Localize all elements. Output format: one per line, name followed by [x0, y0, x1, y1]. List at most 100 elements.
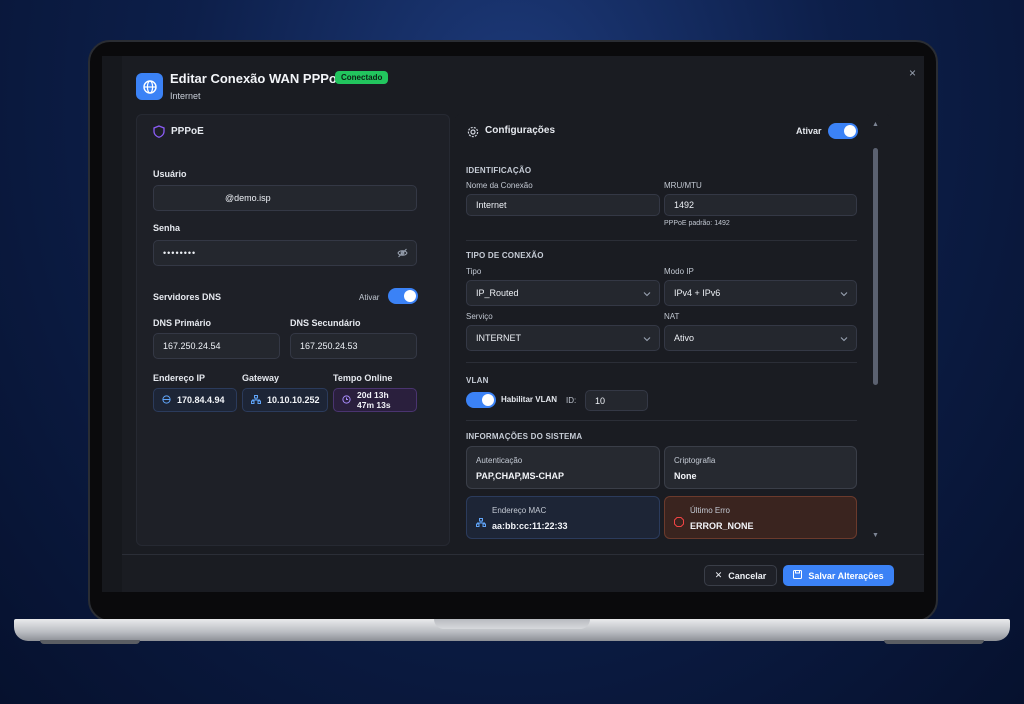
dns-toggle-label: Ativar	[359, 293, 380, 302]
dns-toggle[interactable]	[388, 288, 418, 304]
name-field[interactable]: Internet	[466, 194, 660, 216]
gateway-label: Gateway	[242, 373, 280, 383]
ident-section: IDENTIFICAÇÃO	[466, 166, 532, 175]
globe-icon	[136, 73, 163, 100]
uptime-label: Tempo Online	[333, 373, 393, 383]
mtu-value: 1492	[674, 200, 695, 210]
dns-primary-value: 167.250.24.54	[163, 341, 221, 351]
vlan-toggle[interactable]	[466, 392, 496, 408]
gateway-value: 10.10.10.252	[267, 395, 320, 405]
user-value: @demo.isp	[225, 193, 271, 203]
auth-value: PAP,CHAP,MS-CHAP	[476, 471, 565, 481]
vlan-section: VLAN	[466, 376, 489, 385]
cancel-label: Cancelar	[728, 570, 767, 581]
mtu-label: MRU/MTU	[664, 181, 702, 190]
uptime-line2: 47m 13s	[357, 400, 391, 410]
crypto-value: None	[674, 471, 697, 481]
password-label: Senha	[153, 223, 181, 233]
alert-icon	[674, 514, 684, 532]
gateway-chip: 10.10.10.252	[242, 388, 328, 412]
uptime-chip: 20d 13h 47m 13s	[333, 388, 417, 412]
save-icon	[793, 570, 803, 581]
scroll-down-icon[interactable]: ▼	[872, 532, 879, 539]
network-icon	[251, 394, 261, 406]
dialog-subtitle: Internet	[170, 91, 201, 101]
mtu-field[interactable]: 1492	[664, 194, 857, 216]
auth-label: Autenticação	[476, 456, 523, 465]
chevron-down-icon	[840, 289, 848, 299]
config-card: Configurações Ativar IDENTIFICAÇÃO Nome …	[455, 114, 891, 546]
cancel-button[interactable]: ✕ Cancelar	[704, 565, 777, 586]
mtu-hint: PPPoE padrão: 1492	[664, 220, 730, 227]
type-label: Tipo	[466, 267, 482, 276]
crypto-box: Criptografia None	[664, 446, 857, 489]
gear-icon	[467, 125, 479, 143]
laptop-foot	[40, 640, 140, 644]
ipmode-value: IPv4 + IPv6	[674, 288, 721, 298]
close-icon: ✕	[714, 570, 723, 580]
ip-label: Endereço IP	[153, 373, 206, 383]
nat-label: NAT	[664, 312, 680, 321]
close-icon[interactable]: ×	[909, 66, 916, 80]
status-badge: Conectado	[335, 71, 389, 84]
dns-section-label: Servidores DNS	[153, 292, 222, 302]
ip-chip: 170.84.4.94	[153, 388, 237, 412]
vlan-id-value: 10	[595, 395, 606, 406]
eye-off-icon[interactable]	[397, 248, 408, 260]
save-button[interactable]: Salvar Alterações	[783, 565, 894, 586]
divider	[466, 420, 857, 421]
service-label: Serviço	[466, 312, 493, 321]
password-value: ••••••••	[163, 248, 197, 258]
scrollbar-thumb[interactable]	[873, 148, 878, 385]
user-field[interactable]: @demo.isp	[153, 185, 417, 211]
name-label: Nome da Conexão	[466, 181, 533, 190]
active-toggle[interactable]	[828, 123, 858, 139]
ipmode-label: Modo IP	[664, 267, 694, 276]
vlan-id-label: ID:	[566, 396, 577, 405]
dns-secondary-field[interactable]: 167.250.24.53	[290, 333, 417, 359]
pppoe-card: PPPoE Usuário @demo.isp Senha •••••••• S…	[136, 114, 450, 546]
save-label: Salvar Alterações	[808, 570, 884, 581]
vlan-id-field[interactable]: 10	[585, 390, 648, 411]
laptop-foot	[884, 640, 984, 644]
chevron-down-icon	[643, 334, 651, 344]
service-value: INTERNET	[476, 333, 521, 343]
laptop-screen: Editar Conexão WAN PPPoE Conectado Inter…	[102, 56, 924, 592]
dns-secondary-label: DNS Secundário	[290, 318, 361, 328]
divider	[466, 240, 857, 241]
user-label: Usuário	[153, 169, 187, 179]
config-heading: Configurações	[485, 125, 556, 136]
dialog-title: Editar Conexão WAN PPPoE	[170, 71, 346, 86]
divider	[466, 362, 857, 363]
type-value: IP_Routed	[476, 288, 519, 298]
divider	[122, 554, 924, 555]
network-icon	[476, 514, 486, 532]
pppoe-heading: PPPoE	[171, 126, 204, 137]
dns-primary-field[interactable]: 167.250.24.54	[153, 333, 280, 359]
error-label: Último Erro	[690, 506, 731, 515]
type-select[interactable]: IP_Routed	[466, 280, 660, 306]
error-box: Último Erro ERROR_NONE	[664, 496, 857, 539]
edit-connection-dialog: Editar Conexão WAN PPPoE Conectado Inter…	[122, 56, 924, 592]
mac-label: Endereço MAC	[492, 506, 547, 515]
auth-box: Autenticação PAP,CHAP,MS-CHAP	[466, 446, 660, 489]
dns-primary-label: DNS Primário	[153, 318, 212, 328]
error-value: ERROR_NONE	[690, 521, 754, 531]
password-field[interactable]: ••••••••	[153, 240, 417, 266]
ipmode-select[interactable]: IPv4 + IPv6	[664, 280, 857, 306]
clock-icon	[342, 394, 351, 406]
scroll-up-icon[interactable]: ▲	[872, 121, 879, 128]
laptop-notch	[434, 619, 590, 629]
nat-select[interactable]: Ativo	[664, 325, 857, 351]
conn-section: TIPO DE CONEXÃO	[466, 251, 544, 260]
ip-value: 170.84.4.94	[177, 395, 225, 405]
chevron-down-icon	[840, 334, 848, 344]
dns-secondary-value: 167.250.24.53	[300, 341, 358, 351]
crypto-label: Criptografia	[674, 456, 716, 465]
name-value: Internet	[476, 200, 507, 210]
mac-value: aa:bb:cc:11:22:33	[492, 521, 568, 531]
service-select[interactable]: INTERNET	[466, 325, 660, 351]
vlan-toggle-label: Habilitar VLAN	[501, 395, 558, 404]
sys-section: INFORMAÇÕES DO SISTEMA	[466, 432, 583, 441]
nat-value: Ativo	[674, 333, 695, 343]
